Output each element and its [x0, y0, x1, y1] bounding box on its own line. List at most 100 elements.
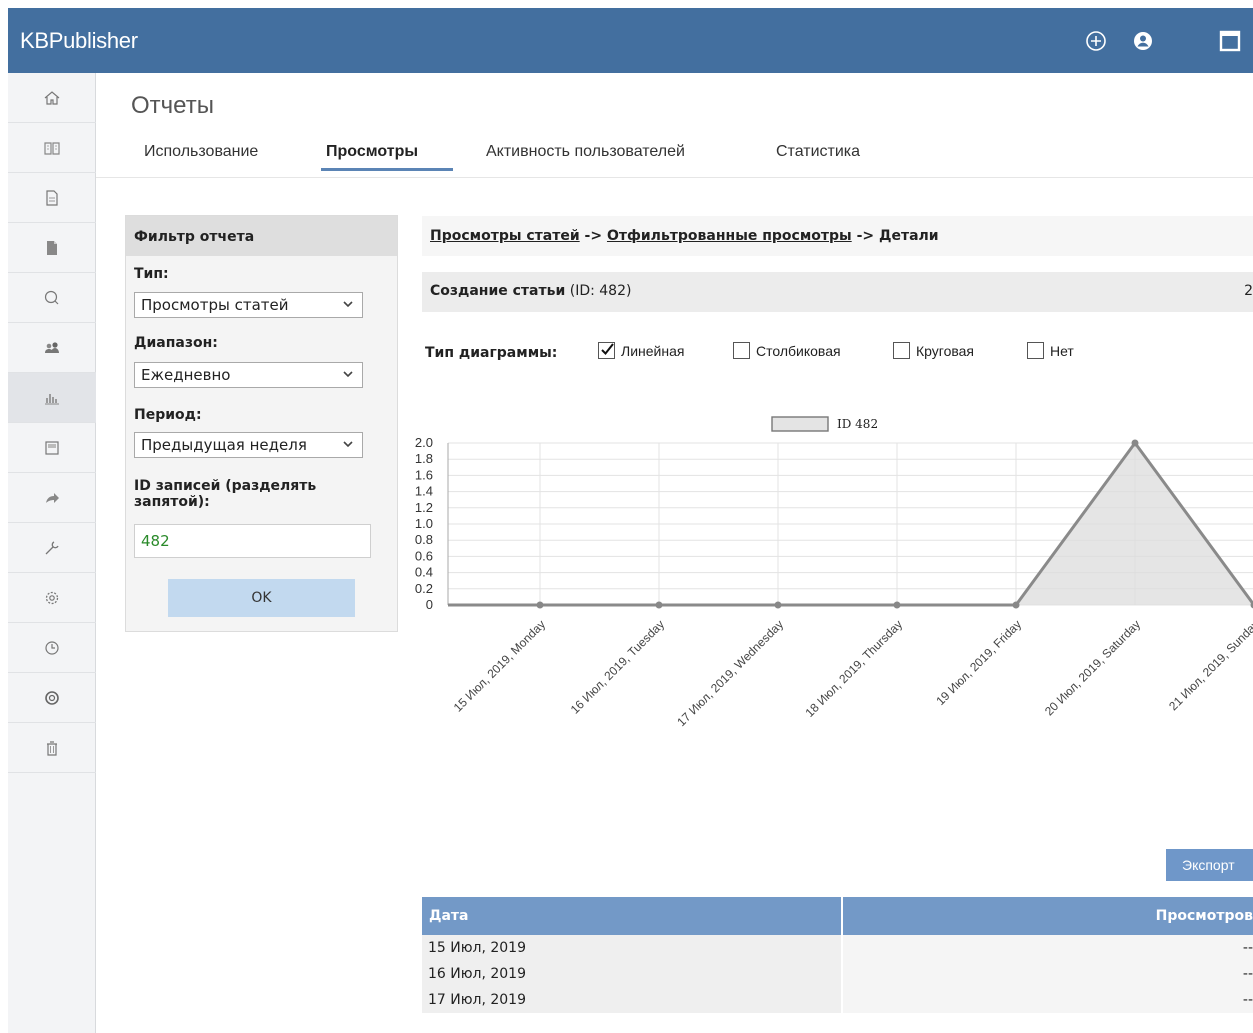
tab-views[interactable]: Просмотры: [326, 143, 418, 161]
page-title: Отчеты: [131, 92, 214, 119]
tab-user-activity[interactable]: Активность пользователей: [486, 143, 685, 161]
sidebar-item-tools[interactable]: [8, 523, 96, 573]
sidebar-item-history[interactable]: [8, 623, 96, 673]
y-tick-label: 1.6: [415, 467, 433, 482]
sidebar-item-settings[interactable]: [8, 573, 96, 623]
chart-type-bar-label: Столбиковая: [756, 342, 841, 359]
y-tick-label: 1.8: [415, 451, 433, 466]
sidebar-item-trash[interactable]: [8, 723, 96, 773]
sidebar-item-users[interactable]: [8, 323, 96, 373]
ids-input[interactable]: 482: [134, 524, 371, 558]
sidebar-item-help[interactable]: [8, 673, 96, 723]
y-tick-label: 0.6: [415, 548, 433, 563]
add-circle-icon[interactable]: [1085, 30, 1107, 52]
sidebar-item-knowledgebase[interactable]: [8, 123, 96, 173]
data-point: [655, 601, 663, 609]
bar-chart-icon: [45, 393, 59, 404]
table-row: 16 Июл, 2019 --: [422, 961, 1253, 987]
table-row: 17 Июл, 2019 --: [422, 987, 1253, 1013]
share-icon: [46, 492, 59, 503]
x-tick-label: 18 Июл, 2019, Thursday: [803, 617, 906, 720]
lifebuoy-icon: [45, 690, 59, 705]
checkbox-bar[interactable]: [733, 342, 750, 359]
chevron-down-icon: [343, 301, 353, 308]
x-tick-label: 16 Июл, 2019, Tuesday: [568, 617, 667, 716]
chart-type-none-label: Нет: [1050, 342, 1074, 359]
tab-statistics[interactable]: Статистика: [776, 143, 860, 161]
users-icon: [45, 341, 59, 353]
sidebar-item-home[interactable]: [8, 73, 96, 123]
chart-type-none-option[interactable]: Нет: [1027, 342, 1074, 359]
views-table: Дата Просмотров 15 Июл, 2019 -- 16 Июл, …: [422, 897, 1253, 1013]
column-header-date[interactable]: Дата: [429, 908, 468, 924]
sidebar-item-export[interactable]: [8, 423, 96, 473]
row-date: 16 Июл, 2019: [422, 961, 841, 987]
breadcrumb-filtered-views-link[interactable]: Отфильтрованные просмотры: [607, 228, 852, 244]
window-icon[interactable]: [1219, 30, 1241, 52]
x-tick-label: 19 Июл, 2019, Friday: [933, 617, 1024, 708]
article-header: Создание статьи (ID: 482) 2: [422, 272, 1253, 312]
checkbox-none[interactable]: [1027, 342, 1044, 359]
article-id: (ID: 482): [565, 283, 632, 299]
sidebar-item-drafts[interactable]: [8, 223, 96, 273]
chat-icon: [44, 290, 59, 304]
period-select[interactable]: Предыдущая неделя: [134, 432, 363, 458]
chart-type-pie-label: Круговая: [916, 342, 975, 359]
tab-usage[interactable]: Использование: [144, 143, 258, 161]
sidebar-item-reports[interactable]: [8, 373, 96, 423]
breadcrumb-current: Детали: [879, 228, 939, 244]
table-row: 15 Июл, 2019 --: [422, 935, 1253, 961]
ids-label: ID записей (разделять запятой):: [134, 478, 317, 510]
chart-type-pie-option[interactable]: Круговая: [893, 342, 974, 359]
period-select-value: Предыдущая неделя: [141, 436, 307, 454]
app-brand[interactable]: KBPublisher: [20, 28, 138, 54]
active-tab-indicator: [321, 168, 453, 171]
breadcrumb-article-views-link[interactable]: Просмотры статей: [430, 228, 580, 244]
row-date: 15 Июл, 2019: [422, 935, 841, 961]
data-point: [774, 601, 782, 609]
y-tick-label: 1.4: [415, 484, 433, 499]
table-header: Дата Просмотров: [422, 897, 1253, 935]
checkbox-pie[interactable]: [893, 342, 910, 359]
filter-title: Фильтр отчета: [126, 216, 397, 256]
ok-button[interactable]: OK: [168, 579, 355, 617]
x-tick-label: 21 Июл, 2019, Sunday: [1166, 617, 1253, 713]
report-filter-panel: Фильтр отчета Тип: Просмотры статей Диап…: [125, 215, 398, 632]
x-tick-label: 20 Июл, 2019, Saturday: [1042, 617, 1143, 718]
breadcrumb-separator: ->: [851, 228, 879, 244]
row-views: --: [843, 961, 1253, 987]
data-point: [1012, 601, 1020, 609]
period-label: Период:: [134, 407, 202, 423]
data-point: [893, 601, 901, 609]
chart-type-label: Тип диаграммы:: [425, 345, 558, 361]
row-views: --: [843, 935, 1253, 961]
sidebar-item-share[interactable]: [8, 473, 96, 523]
book-icon: [44, 141, 60, 155]
gear-icon: [45, 591, 59, 604]
y-tick-label: 0.8: [415, 532, 433, 547]
report-icon: [45, 440, 59, 455]
column-header-views[interactable]: Просмотров: [1156, 908, 1253, 924]
pdf-file-icon: [47, 240, 57, 255]
range-label: Диапазон:: [134, 335, 218, 351]
range-select[interactable]: Ежедневно: [134, 362, 363, 388]
chart-type-bar-option[interactable]: Столбиковая: [733, 342, 841, 359]
sidebar-item-files[interactable]: [8, 173, 96, 223]
chart-type-line-option[interactable]: Линейная: [598, 342, 684, 359]
trash-icon: [47, 740, 57, 756]
top-bar: KBPublisher: [8, 8, 1253, 73]
sidebar-item-feedback[interactable]: [8, 273, 96, 323]
type-select[interactable]: Просмотры статей: [134, 292, 363, 318]
chevron-down-icon: [343, 371, 353, 378]
range-select-value: Ежедневно: [141, 366, 231, 384]
home-icon: [44, 90, 60, 105]
export-button[interactable]: Экспорт: [1166, 849, 1253, 881]
row-date: 17 Июл, 2019: [422, 987, 841, 1013]
legend-label: ID 482: [837, 417, 878, 431]
tabs-divider: [96, 177, 1253, 178]
y-tick-label: 1.0: [415, 516, 433, 531]
sidebar: [8, 73, 96, 1033]
user-account-icon[interactable]: [1132, 30, 1154, 52]
checkmark-icon: [601, 343, 614, 356]
checkbox-line[interactable]: [598, 342, 615, 359]
